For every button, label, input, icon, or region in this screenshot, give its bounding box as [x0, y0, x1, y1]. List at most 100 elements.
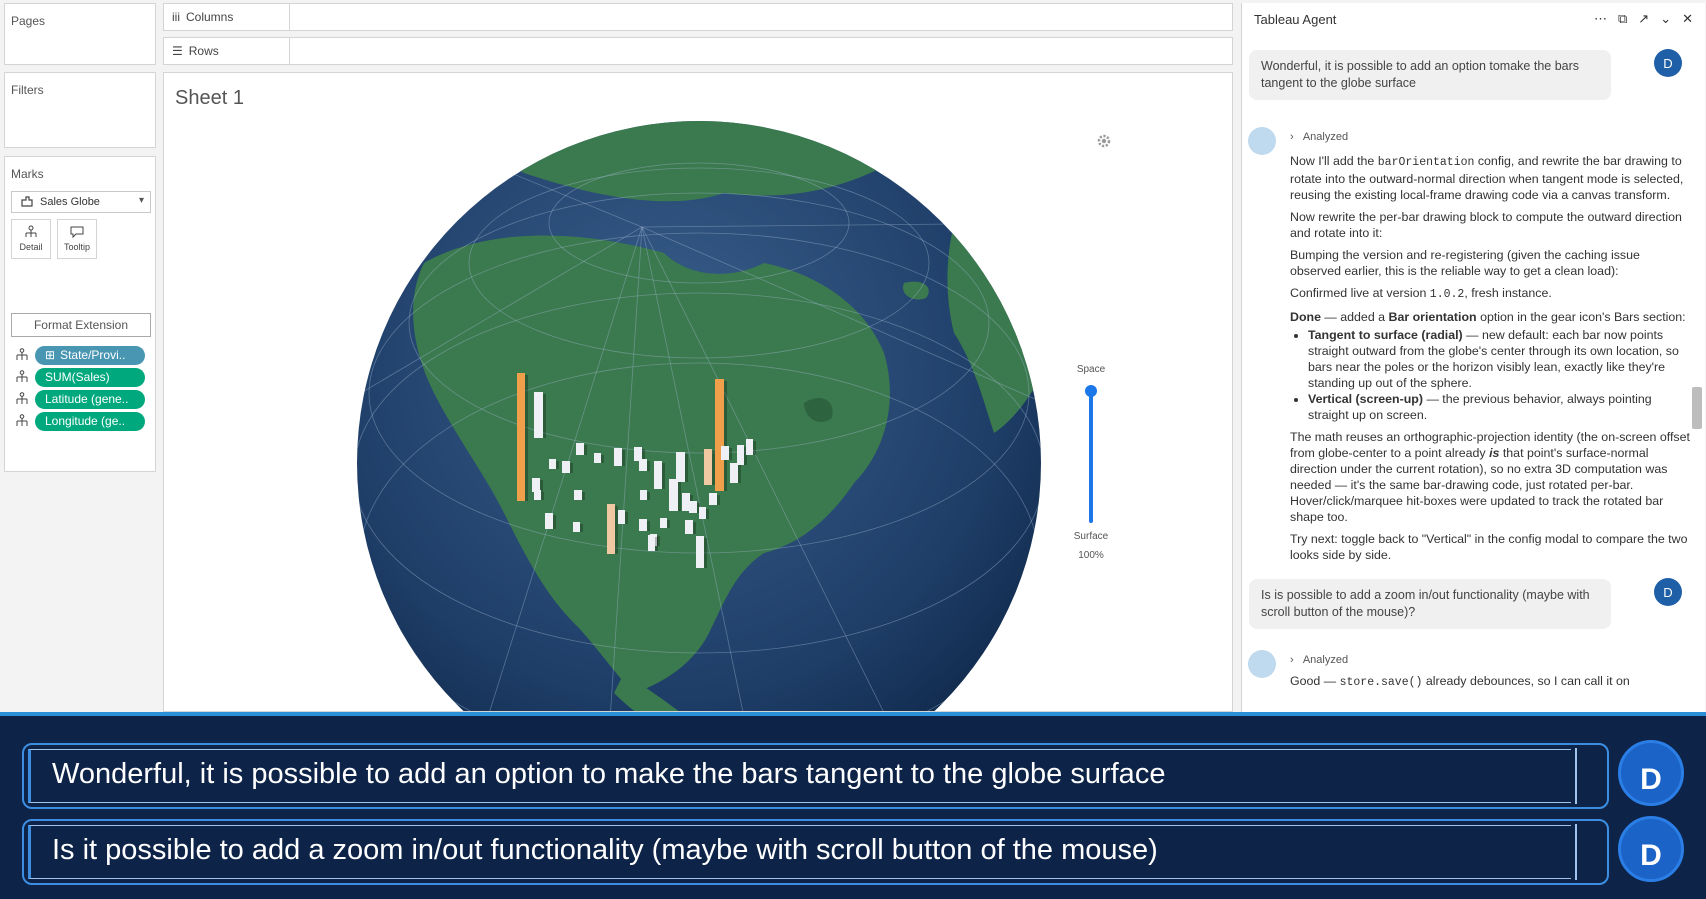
sales-bar[interactable] — [639, 459, 647, 471]
detail-icon — [16, 370, 28, 382]
analyzed-toggle[interactable]: › Analyzed — [1290, 654, 1348, 666]
maximize-icon[interactable]: ⧉ — [1618, 11, 1627, 27]
sales-bar[interactable] — [654, 461, 662, 489]
sales-bar-shade — [625, 512, 628, 524]
chevron-down-icon[interactable]: ⌄ — [1660, 11, 1671, 27]
sales-bar[interactable] — [660, 518, 667, 528]
globe-visualization[interactable] — [164, 73, 1233, 712]
response-text: Confirmed live at version — [1290, 286, 1430, 300]
sales-bar[interactable] — [682, 493, 690, 511]
caption-text: Is it possible to add a zoom in/out func… — [52, 834, 1158, 866]
longitude-pill[interactable]: Longitude (ge.. — [35, 411, 145, 431]
columns-shelf[interactable]: iii Columns — [163, 3, 1233, 31]
sales-bar-shade — [647, 521, 650, 531]
response-text: Bumping the version and re-registering (… — [1290, 248, 1640, 278]
list-item: Tangent to surface (radial) — new defaul… — [1308, 327, 1690, 391]
sales-bar[interactable] — [721, 446, 729, 460]
sales-bar[interactable] — [689, 501, 697, 513]
sales-bar[interactable] — [704, 449, 712, 485]
sales-bar[interactable] — [573, 522, 580, 532]
sales-bar-shade — [570, 463, 573, 473]
sales-bar[interactable] — [574, 490, 582, 500]
sales-bar[interactable] — [517, 373, 525, 501]
rows-icon: ☰ — [172, 44, 183, 58]
sales-bar[interactable] — [699, 507, 706, 519]
sales-bar[interactable] — [676, 452, 685, 482]
sales-bar-shade — [729, 448, 732, 460]
mark-field-row: Longitude (ge.. — [15, 411, 145, 431]
state-province-pill[interactable]: ⊞ State/Provi.. — [35, 345, 145, 365]
pages-label: Pages — [11, 14, 46, 28]
sales-bar[interactable] — [545, 513, 553, 529]
sales-bar[interactable] — [534, 392, 543, 438]
sales-bar-shade — [622, 450, 625, 466]
partial-response: Good — store.save() already debounces, s… — [1290, 674, 1630, 689]
user-avatar: D — [1654, 578, 1682, 606]
agent-scrollbar-thumb[interactable] — [1692, 387, 1702, 429]
response-bold: Bar orientation — [1388, 310, 1477, 324]
response-text: Now rewrite the per-bar drawing block to… — [1290, 210, 1682, 240]
pages-card[interactable]: Pages — [4, 3, 156, 65]
rows-shelf[interactable]: ☰ Rows — [163, 37, 1233, 65]
columns-label-cell: iii Columns — [164, 4, 290, 30]
tooltip-button[interactable]: Tooltip — [57, 219, 97, 259]
sales-bar[interactable] — [696, 536, 704, 568]
sales-bar[interactable] — [685, 520, 693, 534]
response-bold: Done — [1290, 310, 1321, 324]
caption-avatar: D — [1618, 740, 1684, 806]
caption-overlay: Wonderful, it is possible to add an opti… — [0, 712, 1706, 899]
mark-type-label: Sales Globe — [40, 196, 100, 208]
agent-icon — [1248, 650, 1276, 678]
response-text: option in the gear icon's Bars section: — [1476, 310, 1686, 324]
sales-bar[interactable] — [618, 510, 625, 524]
chevron-down-icon[interactable]: ▾ — [139, 195, 144, 206]
response-code: 1.0.2 — [1429, 288, 1465, 301]
chevron-right-icon: › — [1290, 654, 1294, 666]
sales-bar[interactable] — [648, 535, 655, 551]
sales-bar[interactable] — [746, 439, 753, 455]
latitude-pill[interactable]: Latitude (gene.. — [35, 389, 145, 409]
settings-gear-icon[interactable] — [1097, 134, 1111, 148]
sales-bar-shade — [525, 375, 528, 501]
sales-bar[interactable] — [534, 490, 541, 500]
popout-icon[interactable]: ↗ — [1638, 11, 1649, 27]
analyzed-toggle[interactable]: › Analyzed — [1290, 131, 1348, 143]
sales-bar[interactable] — [715, 379, 724, 491]
sales-bar[interactable] — [709, 493, 717, 505]
sales-bar[interactable] — [576, 443, 584, 455]
mark-type-dropdown[interactable]: Sales Globe ▾ — [11, 191, 151, 213]
sales-bar[interactable] — [562, 461, 570, 473]
sales-bar-shade — [712, 451, 715, 485]
response-text: , fresh instance. — [1464, 286, 1552, 300]
agent-icon — [1248, 127, 1276, 155]
more-icon[interactable]: ⋯ — [1594, 11, 1607, 27]
sales-bar[interactable] — [730, 463, 738, 483]
tooltip-label: Tooltip — [63, 242, 90, 252]
sales-bar[interactable] — [737, 445, 744, 465]
sales-bar-shade — [553, 515, 556, 529]
sales-bar[interactable] — [634, 447, 642, 461]
detail-button[interactable]: Detail — [11, 219, 51, 259]
sales-bar-shade — [678, 481, 681, 511]
sales-bar[interactable] — [640, 490, 647, 500]
sales-bar[interactable] — [549, 459, 556, 469]
sales-bar[interactable] — [594, 453, 601, 463]
sum-sales-pill[interactable]: SUM(Sales) — [35, 367, 145, 387]
space-surface-slider-handle[interactable] — [1085, 385, 1097, 397]
sales-bar[interactable] — [532, 478, 540, 492]
sales-bar[interactable] — [639, 519, 647, 531]
sales-bar[interactable] — [614, 448, 622, 466]
response-text: already debounces, so I can call it on — [1422, 674, 1630, 688]
sales-bar-shade — [541, 492, 544, 500]
format-extension-button[interactable]: Format Extension — [11, 313, 151, 337]
sales-bar-shade — [662, 463, 665, 489]
extension-icon — [21, 196, 33, 207]
close-icon[interactable]: ✕ — [1682, 11, 1693, 27]
sales-bar[interactable] — [669, 479, 678, 511]
marks-label: Marks — [11, 167, 44, 181]
agent-scrollbar-track[interactable] — [1691, 37, 1701, 827]
filters-card[interactable]: Filters — [4, 72, 156, 148]
sales-bar[interactable] — [607, 504, 615, 554]
mark-field-row: SUM(Sales) — [15, 367, 145, 387]
sales-bar-shade — [601, 455, 604, 463]
